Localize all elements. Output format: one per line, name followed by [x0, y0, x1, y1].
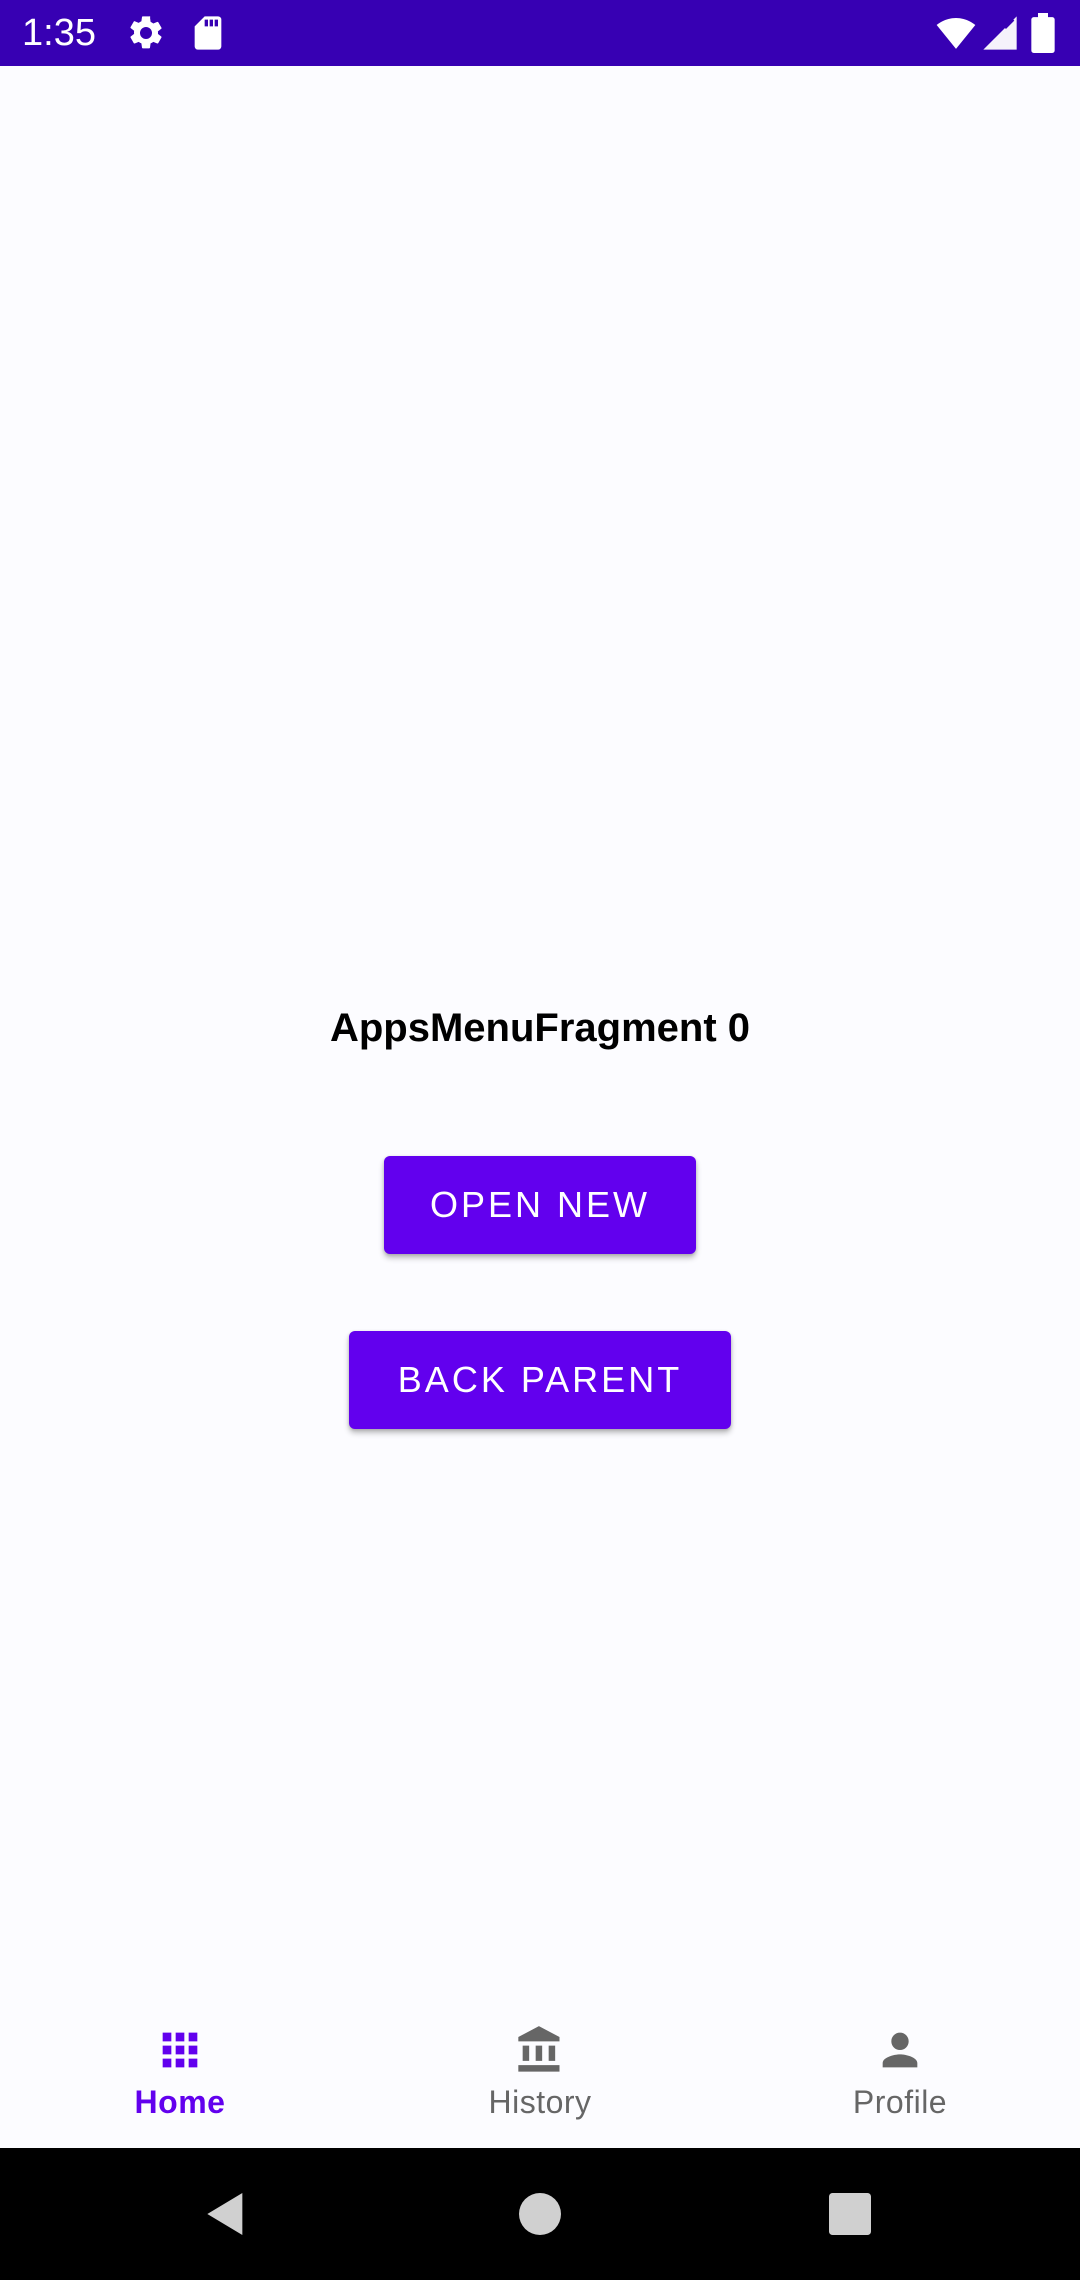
settings-gear-icon: [126, 13, 166, 53]
battery-icon: [1030, 13, 1056, 53]
nav-item-profile[interactable]: Profile: [720, 2012, 1080, 2148]
nav-label-home: Home: [134, 2084, 226, 2120]
bank-icon: [514, 2024, 566, 2076]
recents-icon[interactable]: [822, 2186, 878, 2242]
status-bar: 1:35: [0, 0, 1080, 66]
cell-signal-icon: [980, 13, 1020, 53]
status-time: 1:35: [22, 12, 96, 54]
sd-card-icon: [188, 13, 228, 53]
nav-item-history[interactable]: History: [360, 2012, 720, 2148]
apps-grid-icon: [154, 2024, 206, 2076]
nav-item-home[interactable]: Home: [0, 2012, 360, 2148]
back-icon[interactable]: [198, 2186, 254, 2242]
back-parent-button[interactable]: BACK PARENT: [349, 1331, 731, 1429]
fragment-title: AppsMenuFragment 0: [329, 1006, 751, 1050]
person-icon: [874, 2024, 926, 2076]
wifi-icon: [936, 13, 976, 53]
main-content: AppsMenuFragment 0 OPEN NEW BACK PARENT: [0, 66, 1080, 2012]
open-new-button[interactable]: OPEN NEW: [384, 1156, 696, 1254]
bottom-navigation: Home History Profile: [0, 2012, 1080, 2148]
system-navigation-bar: [0, 2148, 1080, 2280]
app-screen: 1:35 AppsMenuFragment 0 OPEN NEW BACK PA…: [0, 0, 1080, 2280]
home-icon[interactable]: [512, 2186, 568, 2242]
nav-label-profile: Profile: [852, 2084, 948, 2120]
nav-label-history: History: [488, 2084, 592, 2120]
